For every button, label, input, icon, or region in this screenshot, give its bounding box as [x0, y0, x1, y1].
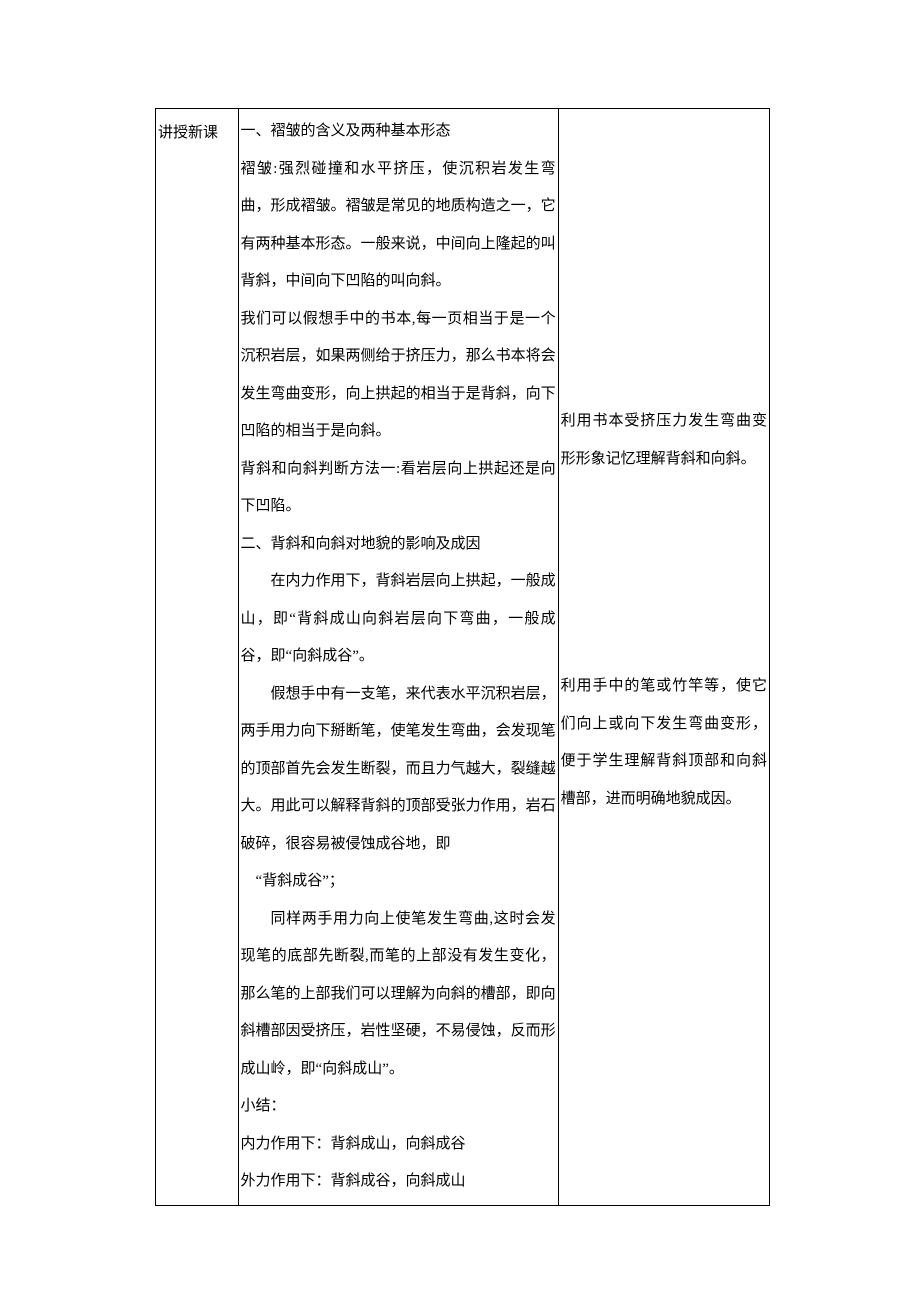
section-2-para-2: 假想手中有一支笔，来代表水平沉积岩层，两手用力向下掰断笔，使笔发生弯曲，会发现笔… [241, 676, 556, 864]
notes-cell: 利用书本受挤压力发生弯曲变形形象记忆理解背斜和向斜。 利用手中的笔或竹竿等，使它… [558, 109, 769, 1206]
section-2-para-2b: “背斜成谷”； [241, 863, 556, 901]
lesson-table: 讲授新课 一、褶皱的含义及两种基本形态 褶皱:强烈碰撞和水平挤压，使沉积岩发生弯… [155, 108, 770, 1206]
section-2-title: 二、背斜和向斜对地貌的影响及成因 [241, 526, 556, 564]
note-2: 利用手中的笔或竹竿等，使它们向上或向下发生弯曲变形，便于学生理解背斜顶部和向斜槽… [561, 668, 767, 818]
summary-line-2: 外力作用下：背斜成谷，向斜成山 [241, 1163, 556, 1201]
section-1-para-2: 我们可以假想手中的书本,每一页相当于是一个沉积岩层，如果两侧给于挤压力，那么书本… [241, 301, 556, 451]
table-row: 讲授新课 一、褶皱的含义及两种基本形态 褶皱:强烈碰撞和水平挤压，使沉积岩发生弯… [156, 109, 770, 1206]
stage-cell: 讲授新课 [156, 109, 239, 1206]
section-2-para-3: 同样两手用力向上使笔发生弯曲,这时会发现笔的底部先断裂,而笔的上部没有发生变化，… [241, 901, 556, 1089]
summary-line-1: 内力作用下：背斜成山，向斜成谷 [241, 1126, 556, 1164]
stage-label: 讲授新课 [158, 113, 236, 153]
document-page: 讲授新课 一、褶皱的含义及两种基本形态 褶皱:强烈碰撞和水平挤压，使沉积岩发生弯… [0, 0, 920, 1301]
section-1-para-1: 褶皱:强烈碰撞和水平挤压，使沉积岩发生弯曲，形成褶皱。褶皱是常见的地质构造之一，… [241, 151, 556, 301]
summary-label: 小结： [241, 1088, 556, 1126]
section-2-para-1: 在内力作用下，背斜岩层向上拱起，一般成山，即“背斜成山向斜岩层向下弯曲，一般成谷… [241, 563, 556, 676]
section-1-title: 一、褶皱的含义及两种基本形态 [241, 113, 556, 151]
content-cell: 一、褶皱的含义及两种基本形态 褶皱:强烈碰撞和水平挤压，使沉积岩发生弯曲，形成褶… [238, 109, 558, 1206]
note-1: 利用书本受挤压力发生弯曲变形形象记忆理解背斜和向斜。 [561, 403, 767, 478]
section-1-para-3: 背斜和向斜判断方法一:看岩层向上拱起还是向下凹陷。 [241, 451, 556, 526]
